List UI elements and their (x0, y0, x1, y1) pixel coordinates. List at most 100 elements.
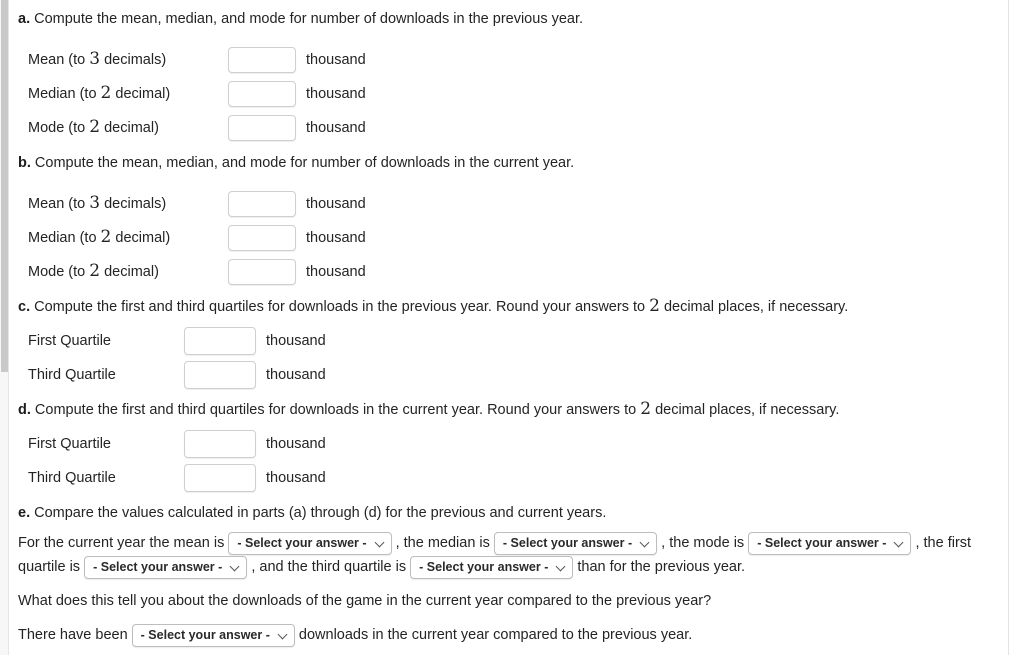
part-c-first-quartile-label: First Quartile (28, 333, 111, 349)
part-e-comparison-sentence: For the current year the mean is - Selec… (16, 531, 1000, 579)
content-right-border (1008, 0, 1009, 655)
part-b-median-label-pre: Median (to (28, 230, 101, 246)
part-e-prompt-text: Compare the values calculated in parts (… (34, 505, 607, 521)
part-b-mode-label: Mode (to 2 decimal) (16, 261, 228, 281)
part-b-median-unit: thousand (306, 230, 366, 246)
part-a-median-row: Median (to 2 decimal) thousand (16, 77, 1000, 111)
part-c-third-quartile-input[interactable] (184, 361, 256, 389)
part-a-mean-label-post: decimals) (100, 52, 167, 68)
part-d-first-quartile-unit: thousand (266, 436, 326, 452)
part-e-followup-text-1: There have been (18, 627, 132, 643)
part-b-mean-decimals: 3 (89, 193, 101, 213)
part-e-mode-select-label: - Select your answer - (757, 536, 887, 551)
part-a-median-label: Median (to 2 decimal) (16, 83, 228, 103)
part-e-median-select-label: - Select your answer - (502, 536, 633, 551)
part-b-mode-row: Mode (to 2 decimal) thousand (16, 255, 1000, 289)
part-e-letter: e. (18, 505, 31, 521)
part-c-third-quartile-unit: thousand (266, 367, 326, 383)
part-b-letter: b. (18, 155, 31, 171)
part-a-mean-row: Mean (to 3 decimals) thousand (16, 43, 1000, 77)
part-a-mode-input[interactable] (228, 115, 296, 141)
part-d-letter: d. (18, 402, 31, 418)
part-e-median-select[interactable]: - Select your answer - (493, 531, 658, 555)
part-a-mode-decimals: 2 (89, 117, 101, 137)
part-d-first-quartile-input[interactable] (184, 430, 256, 458)
part-b-mean-row: Mean (to 3 decimals) thousand (16, 187, 1000, 221)
part-a-letter: a. (18, 11, 31, 27)
part-d-third-quartile-label: Third Quartile (28, 470, 116, 486)
part-c-decimals: 2 (649, 296, 660, 316)
part-a-mode-unit: thousand (306, 120, 366, 136)
part-a-median-decimals: 2 (100, 83, 112, 103)
part-b-prompt: b. Compute the mean, median, and mode fo… (16, 153, 1000, 173)
part-e-text-3: , the mode is (657, 535, 749, 551)
question-content-area: a. Compute the mean, median, and mode fo… (10, 0, 1008, 655)
part-e-mean-select-label: - Select your answer - (237, 536, 367, 551)
part-e-third-quartile-select[interactable]: - Select your answer - (410, 555, 574, 579)
part-d-prompt-pre: Compute the first and third quartiles fo… (34, 402, 641, 418)
vertical-scrollbar-thumb[interactable] (1, 0, 8, 372)
part-e-mean-select[interactable]: - Select your answer - (228, 531, 392, 555)
part-c-first-quartile-unit: thousand (266, 333, 326, 349)
part-a-mean-label: Mean (to 3 decimals) (16, 49, 228, 69)
part-b-mean-input[interactable] (228, 191, 296, 217)
part-b-mode-input[interactable] (228, 259, 296, 285)
part-b-median-decimals: 2 (100, 227, 112, 247)
part-b-median-label-post: decimal) (111, 230, 171, 246)
part-e-mode-select[interactable]: - Select your answer - (748, 531, 912, 555)
part-c-first-quartile-input[interactable] (184, 327, 256, 355)
chevron-down-icon (376, 539, 385, 548)
chevron-down-icon (231, 563, 240, 572)
part-e-prompt: e. Compare the values calculated in part… (16, 503, 1000, 523)
part-d-third-quartile-unit: thousand (266, 470, 326, 486)
part-a-mean-decimals: 3 (89, 49, 101, 69)
part-a-mode-row: Mode (to 2 decimal) thousand (16, 111, 1000, 145)
chevron-down-icon (895, 539, 904, 548)
part-e-text-6: than for the previous year. (573, 559, 746, 575)
part-e-text-2: , the median is (391, 535, 494, 551)
part-a-mean-input[interactable] (228, 47, 296, 73)
part-a-median-input[interactable] (228, 81, 296, 107)
part-a-mean-label-pre: Mean (to (28, 52, 90, 68)
part-a-prompt: a. Compute the mean, median, and mode fo… (16, 9, 1000, 29)
part-a-prompt-text: Compute the mean, median, and mode for n… (34, 11, 584, 27)
part-c-prompt-pre: Compute the first and third quartiles fo… (34, 299, 650, 315)
part-a-median-label-post: decimal) (111, 86, 171, 102)
part-b-mode-decimals: 2 (89, 261, 101, 281)
part-e-third-quartile-select-label: - Select your answer - (419, 560, 549, 575)
part-c-first-quartile-row: First Quartile thousand (16, 324, 1000, 358)
part-a-mean-unit: thousand (306, 52, 366, 68)
part-a-mode-label-pre: Mode (to (28, 120, 90, 136)
part-c-letter: c. (18, 299, 31, 315)
part-d-third-quartile-row: Third Quartile thousand (16, 461, 1000, 495)
part-d-decimals: 2 (640, 399, 652, 419)
part-d-prompt: d. Compute the first and third quartiles… (16, 400, 1000, 420)
part-a-median-label-pre: Median (to (28, 86, 101, 102)
part-d-third-quartile-input[interactable] (184, 464, 256, 492)
part-e-followup-question: What does this tell you about the downlo… (18, 593, 712, 609)
part-b-median-label: Median (to 2 decimal) (16, 227, 228, 247)
part-a-median-unit: thousand (306, 86, 366, 102)
part-c-prompt: c. Compute the first and third quartiles… (16, 297, 1000, 317)
part-b-median-input[interactable] (228, 225, 296, 251)
part-b-mode-unit: thousand (306, 264, 366, 280)
vertical-scrollbar-track[interactable] (0, 0, 9, 655)
part-d-first-quartile-row: First Quartile thousand (16, 427, 1000, 461)
part-d-prompt-post: decimal places, if necessary. (651, 402, 840, 418)
chevron-down-icon (557, 563, 566, 572)
part-c-third-quartile-label: Third Quartile (28, 367, 116, 383)
chevron-down-icon (641, 539, 650, 548)
part-b-mean-label: Mean (to 3 decimals) (16, 193, 228, 213)
part-a-mode-label: Mode (to 2 decimal) (16, 117, 228, 137)
part-e-downloads-select[interactable]: - Select your answer - (131, 623, 295, 647)
part-b-mode-label-post: decimal) (100, 264, 159, 280)
part-c-prompt-post: decimal places, if necessary. (659, 299, 849, 315)
part-e-first-quartile-select[interactable]: - Select your answer - (84, 555, 248, 579)
part-a-mode-label-post: decimal) (100, 120, 159, 136)
part-e-first-quartile-select-label: - Select your answer - (93, 560, 223, 575)
chevron-down-icon (279, 631, 288, 640)
part-b-mean-label-post: decimals) (100, 196, 167, 212)
part-e-text-1: For the current year the mean is (18, 535, 229, 551)
part-b-mean-label-pre: Mean (to (28, 196, 90, 212)
part-b-prompt-text: Compute the mean, median, and mode for n… (34, 155, 575, 171)
